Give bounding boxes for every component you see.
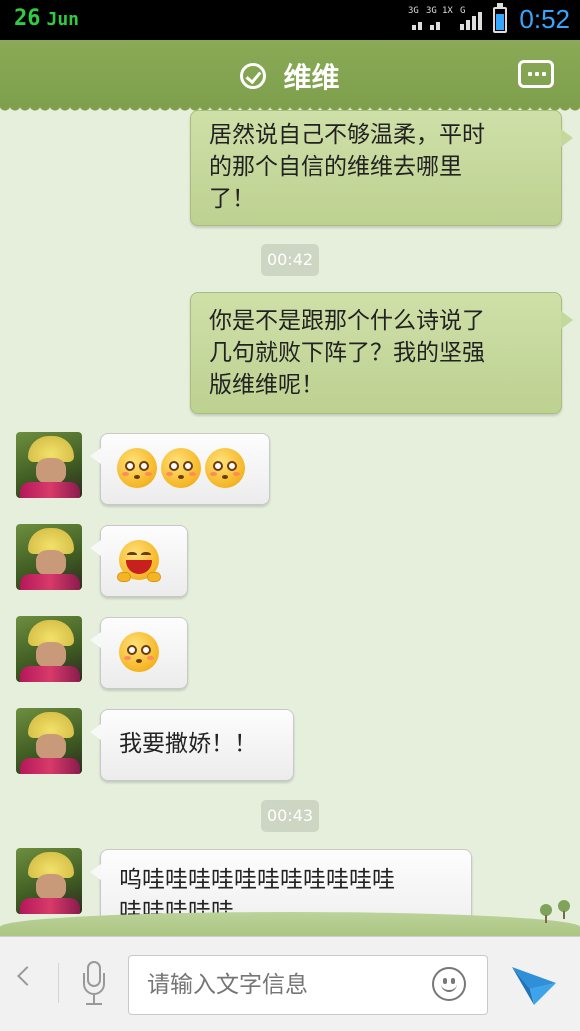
timestamp-pill: 00:42: [261, 244, 319, 276]
status-date-month: Jun: [46, 9, 80, 30]
tree-decoration: [558, 900, 570, 919]
page-title: 维维: [283, 61, 340, 94]
battery-icon: [493, 3, 507, 33]
message-bubble-incoming[interactable]: [90, 433, 270, 505]
pout-emoji-icon: [205, 448, 245, 488]
chevron-left-icon[interactable]: [17, 966, 37, 986]
signal-bar: [478, 12, 482, 30]
network-label: 3G: [408, 6, 419, 16]
status-bar: 26 Jun 3G 3G 1X G 0:52: [0, 0, 580, 40]
signal-bar: [466, 20, 470, 30]
signal-bar: [418, 22, 422, 30]
message-line: 几句就败下阵了？我的坚强: [209, 340, 485, 366]
smiley-icon[interactable]: [432, 967, 466, 1001]
message-bubble-incoming[interactable]: [90, 617, 188, 689]
message-line: 我要撒娇！！: [119, 731, 257, 757]
status-time: 0:52: [519, 4, 570, 34]
message-bubble-incoming[interactable]: [90, 525, 188, 597]
message-bubble-outgoing[interactable]: 居然说自己不够温柔，平时 的那个自信的维维去哪里 了！: [190, 110, 573, 226]
message-line: 版维维呢！: [209, 372, 324, 398]
status-date: 26 Jun: [14, 6, 79, 31]
avatar[interactable]: [16, 848, 82, 914]
tree-decoration: [540, 904, 552, 923]
message-line: 呜哇哇哇哇哇哇哇哇哇哇哇: [119, 867, 395, 893]
signal-bar: [430, 25, 434, 30]
pout-emoji-icon: [119, 632, 159, 672]
signal-bar: [460, 24, 464, 30]
avatar[interactable]: [16, 524, 82, 590]
avatar[interactable]: [16, 616, 82, 682]
signal-bar: [412, 25, 416, 30]
avatar[interactable]: [16, 708, 82, 774]
pout-emoji-icon: [117, 448, 157, 488]
status-date-day: 26: [14, 6, 41, 31]
signal-bar: [436, 22, 440, 30]
grin-emoji-icon: [117, 540, 161, 582]
pout-emoji-icon: [161, 448, 201, 488]
send-icon[interactable]: [510, 963, 558, 1007]
network-label: 1X: [442, 6, 453, 16]
message-bubble-outgoing[interactable]: 你是不是跟那个什么诗说了 几句就败下阵了？我的坚强 版维维呢！: [190, 292, 573, 414]
check-circle-icon: [240, 63, 267, 89]
message-line: 的那个自信的维维去哪里: [209, 154, 462, 180]
ground-decoration: [0, 912, 580, 938]
chat-area[interactable]: 居然说自己不够温柔，平时 的那个自信的维维去哪里 了！ 00:42 你是不是跟那…: [0, 106, 580, 936]
input-bar: [0, 936, 580, 1031]
network-label: 3G: [426, 6, 437, 16]
network-label: G: [460, 6, 466, 16]
title-bar: 维维: [0, 40, 580, 112]
message-bubble-incoming[interactable]: 我要撒娇！！: [90, 709, 294, 781]
microphone-icon[interactable]: [83, 961, 105, 1009]
message-line: 了！: [209, 186, 255, 212]
divider: [58, 963, 59, 1003]
timestamp-pill: 00:43: [261, 800, 319, 832]
message-line: 居然说自己不够温柔，平时: [209, 122, 485, 148]
avatar[interactable]: [16, 432, 82, 498]
signal-bar: [472, 16, 476, 30]
message-line: 你是不是跟那个什么诗说了: [209, 308, 485, 334]
more-icon[interactable]: [518, 60, 554, 88]
